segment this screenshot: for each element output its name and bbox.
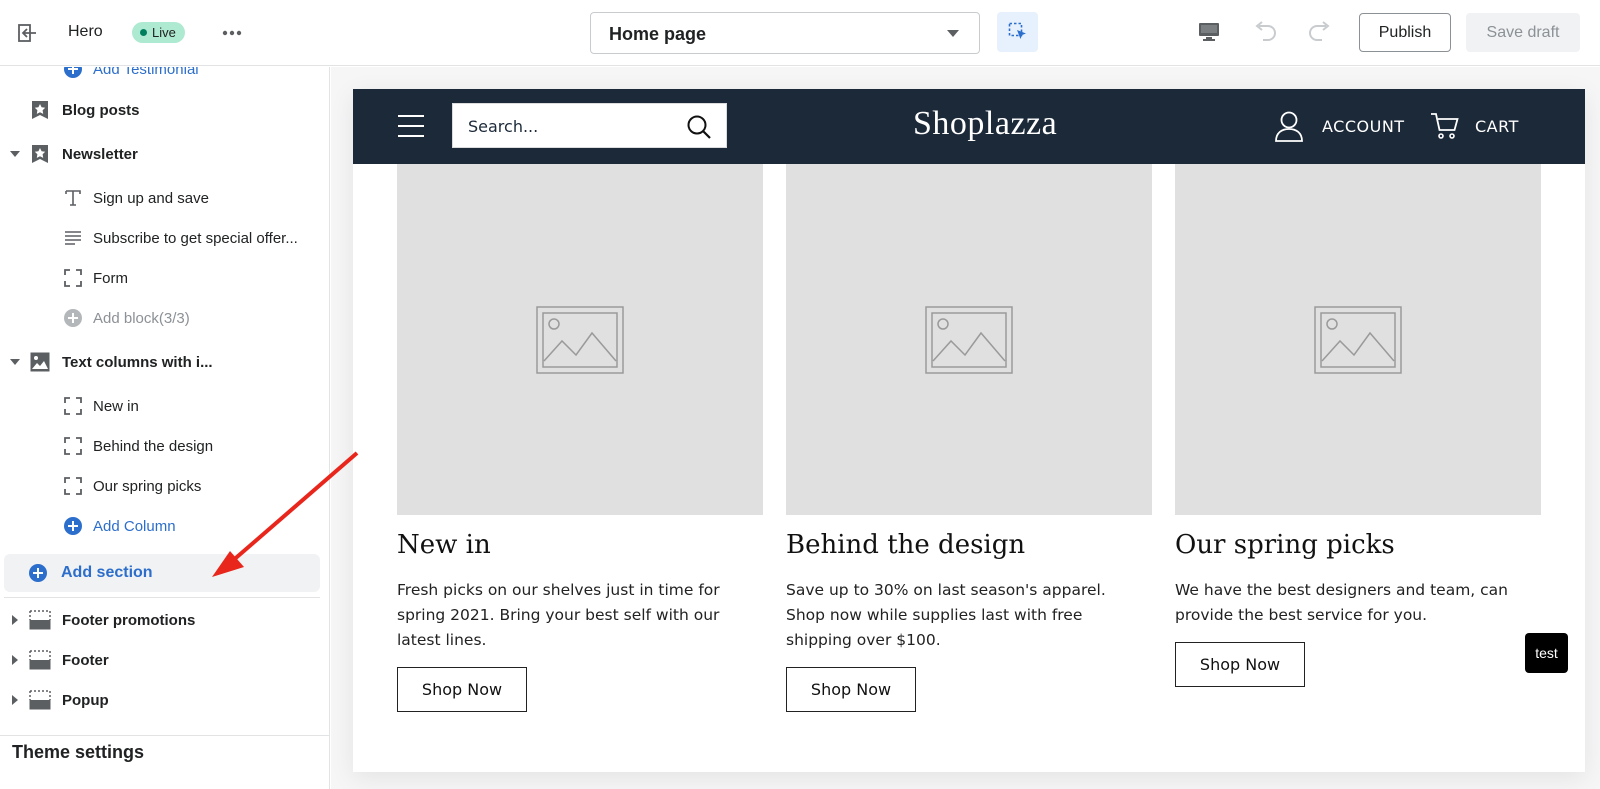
image-placeholder-icon [1314, 305, 1402, 374]
frame-icon [62, 267, 84, 289]
caret-right-icon[interactable] [12, 615, 18, 625]
page-selector[interactable]: Home page [590, 12, 980, 54]
divider [4, 597, 320, 598]
image-placeholder [786, 164, 1152, 515]
sidebar-item-footer[interactable]: Footer [0, 642, 329, 678]
sidebar-item-label: Footer promotions [62, 611, 196, 629]
frame-icon [62, 435, 84, 457]
undo-icon[interactable] [1250, 18, 1280, 46]
annotation-arrow-icon [212, 451, 359, 577]
sidebar-item-label: Blog posts [62, 101, 140, 119]
frame-icon [62, 475, 84, 497]
sidebar-item-label: Add block(3/3) [93, 309, 190, 327]
sidebar-item-label: Subscribe to get special offer... [93, 229, 298, 247]
frame-icon [62, 395, 84, 417]
block-form[interactable]: Form [0, 260, 329, 296]
page-selector-value: Home page [609, 24, 707, 44]
live-dot-icon [140, 29, 147, 36]
test-chat-bubble[interactable]: test [1525, 633, 1568, 673]
block-subscribe-text[interactable]: Subscribe to get special offer... [0, 220, 329, 256]
column-description: We have the best designers and team, can… [1175, 581, 1508, 624]
image-placeholder-icon [925, 305, 1013, 374]
account-link[interactable]: ACCOUNT [1322, 117, 1405, 136]
star-badge-icon [29, 99, 51, 121]
sidebar-item-label: Popup [62, 691, 109, 709]
caret-right-icon[interactable] [12, 655, 18, 665]
divider [0, 735, 329, 736]
sidebar-item-text-columns[interactable]: Text columns with i... [0, 344, 329, 380]
shop-now-button[interactable]: Shop Now [786, 667, 916, 712]
editor-topbar: Hero Live Home page Publish Save draft [0, 0, 1600, 66]
inspector-button[interactable] [997, 12, 1038, 52]
sidebar-item-label: Form [93, 269, 128, 287]
store-preview: Search... Shoplazza ACCOUNT CART New in … [353, 89, 1585, 772]
block-new-in[interactable]: New in [0, 388, 329, 424]
sidebar-item-label: Footer [62, 651, 109, 669]
user-icon[interactable] [1274, 110, 1304, 147]
paragraph-icon [62, 227, 84, 249]
sections-sidebar: Add Testimonial Blog posts Newsletter Si… [0, 67, 330, 789]
sidebar-item-newsletter[interactable]: Newsletter [0, 136, 329, 172]
shop-now-button[interactable]: Shop Now [1175, 642, 1305, 687]
sidebar-item-footer-promotions[interactable]: Footer promotions [0, 602, 329, 638]
select-cursor-icon [1008, 22, 1026, 39]
save-draft-button[interactable]: Save draft [1466, 13, 1580, 52]
exit-icon[interactable] [14, 20, 42, 46]
caret-down-icon[interactable] [10, 359, 20, 365]
image-placeholder-icon [536, 305, 624, 374]
sidebar-item-label: Add Column [93, 517, 176, 535]
plus-circle-icon [62, 307, 84, 329]
preview-canvas: Search... Shoplazza ACCOUNT CART New in … [331, 67, 1600, 789]
more-options-icon[interactable] [218, 20, 246, 46]
plus-circle-icon [62, 515, 84, 537]
sidebar-item-popup[interactable]: Popup [0, 682, 329, 718]
sidebar-item-label: Newsletter [62, 145, 138, 163]
plus-circle-icon [62, 67, 84, 80]
chevron-down-icon [947, 30, 959, 37]
sidebar-item-label: Our spring picks [93, 477, 202, 495]
sidebar-item-label: Sign up and save [93, 189, 209, 207]
redo-icon[interactable] [1305, 18, 1335, 46]
sidebar-item-label: Text columns with i... [62, 353, 213, 371]
theme-settings-link[interactable]: Theme settings [12, 742, 144, 763]
plus-circle-icon [28, 563, 48, 583]
shop-now-button[interactable]: Shop Now [397, 667, 527, 712]
cart-link[interactable]: CART [1475, 117, 1519, 136]
caret-right-icon[interactable] [12, 695, 18, 705]
image-placeholder [397, 164, 763, 515]
hamburger-menu-icon[interactable] [398, 115, 424, 137]
add-section-label: Add section [61, 564, 153, 581]
sidebar-item-label: New in [93, 397, 139, 415]
store-search-input[interactable]: Search... [452, 103, 727, 148]
search-icon[interactable] [686, 114, 712, 145]
section-title: Hero [68, 23, 103, 40]
footer-layout-icon [29, 649, 51, 671]
sidebar-item-label: Behind the design [93, 437, 214, 455]
cart-icon[interactable] [1430, 111, 1460, 146]
image-icon [29, 351, 51, 373]
add-testimonial-item[interactable]: Add Testimonial [0, 67, 329, 87]
status-badge: Live [132, 22, 185, 43]
caret-down-icon[interactable] [10, 151, 20, 157]
add-block-item[interactable]: Add block(3/3) [0, 300, 329, 336]
search-placeholder: Search... [468, 117, 539, 136]
publish-button[interactable]: Publish [1359, 13, 1451, 52]
footer-layout-icon [29, 689, 51, 711]
text-type-icon [62, 187, 84, 209]
block-sign-up-and-save[interactable]: Sign up and save [0, 180, 329, 216]
status-label: Live [152, 25, 176, 40]
store-logo[interactable]: Shoplazza [913, 105, 1057, 143]
column-description: Save up to 30% on last season's apparel.… [786, 581, 1106, 649]
column-title: Behind the design [786, 530, 1026, 560]
store-header: Search... Shoplazza ACCOUNT CART [353, 89, 1585, 164]
sidebar-item-blog-posts[interactable]: Blog posts [0, 92, 329, 128]
desktop-view-icon[interactable] [1194, 18, 1224, 46]
column-title: Our spring picks [1175, 530, 1395, 560]
image-placeholder [1175, 164, 1541, 515]
column-title: New in [397, 530, 491, 560]
sidebar-item-label: Add Testimonial [93, 67, 199, 78]
column-description: Fresh picks on our shelves just in time … [397, 581, 720, 649]
footer-layout-icon [29, 609, 51, 631]
star-badge-icon [29, 143, 51, 165]
